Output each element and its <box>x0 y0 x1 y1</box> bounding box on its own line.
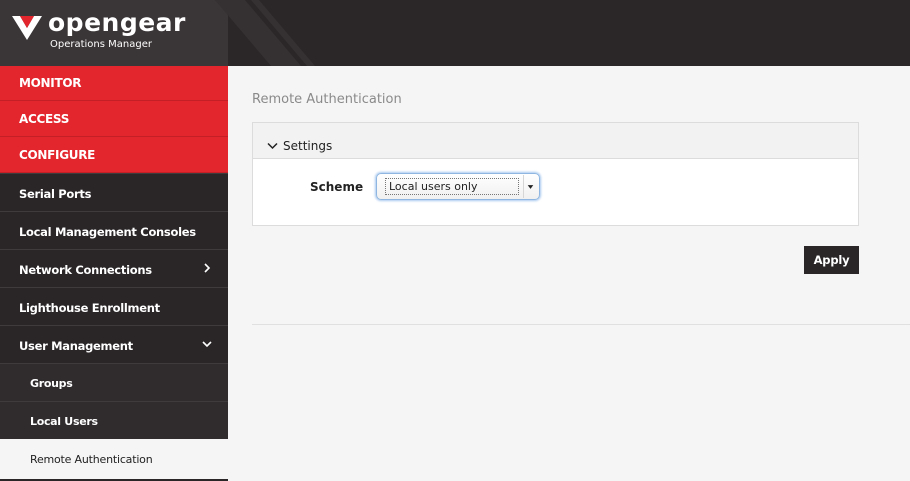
scheme-label: Scheme <box>310 180 364 194</box>
dropdown-arrow-icon <box>523 175 534 198</box>
sidebar-item-label: User Management <box>19 339 133 353</box>
sidebar-subitem-label: Local Users <box>30 415 98 428</box>
sidebar-subitem-remote-authentication[interactable]: Remote Authentication <box>0 439 228 479</box>
chevron-right-icon <box>204 263 211 273</box>
sidebar-item-local-management-consoles[interactable]: Local Management Consoles <box>0 211 228 249</box>
scheme-select-value: Local users only <box>385 178 519 195</box>
brand-logo[interactable]: opengear Operations Manager <box>0 0 228 66</box>
chevron-down-icon <box>267 142 278 149</box>
top-bar: opengear Operations Manager <box>0 0 910 66</box>
nav-access[interactable]: ACCESS <box>0 101 228 137</box>
settings-panel-title: Settings <box>283 138 333 153</box>
sidebar-item-lighthouse-enrollment[interactable]: Lighthouse Enrollment <box>0 287 228 325</box>
main-content: Remote Authentication Settings Scheme Lo… <box>228 66 910 481</box>
scheme-select[interactable]: Local users only <box>376 173 540 200</box>
sidebar-item-user-management[interactable]: User Management <box>0 325 228 363</box>
header-decoration <box>215 0 315 66</box>
sidebar-subitem-groups[interactable]: Groups <box>0 363 228 401</box>
divider <box>252 324 910 325</box>
brand-name: opengear <box>48 8 186 37</box>
page-title: Remote Authentication <box>252 92 402 107</box>
sidebar-subitem-label: Remote Authentication <box>30 453 153 466</box>
sidebar-item-label: Local Management Consoles <box>19 225 196 239</box>
sidebar: MONITOR ACCESS CONFIGURE Serial Ports Lo… <box>0 66 228 481</box>
sidebar-subitem-local-users[interactable]: Local Users <box>0 401 228 439</box>
sidebar-item-network-connections[interactable]: Network Connections <box>0 249 228 287</box>
sidebar-subitem-label: Groups <box>30 377 73 390</box>
brand-subtitle: Operations Manager <box>50 39 152 50</box>
apply-button[interactable]: Apply <box>804 246 859 274</box>
sidebar-item-serial-ports[interactable]: Serial Ports <box>0 173 228 211</box>
chevron-down-icon <box>202 341 212 348</box>
sidebar-item-label: Network Connections <box>19 263 152 277</box>
nav-monitor[interactable]: MONITOR <box>0 66 228 101</box>
sidebar-item-label: Serial Ports <box>19 187 92 201</box>
settings-panel: Settings Scheme Local users only <box>252 122 859 226</box>
nav-configure[interactable]: CONFIGURE <box>0 137 228 173</box>
sidebar-item-label: Lighthouse Enrollment <box>19 301 160 315</box>
settings-panel-header[interactable]: Settings <box>253 123 858 159</box>
opengear-logo-icon <box>12 16 42 40</box>
scheme-row: Scheme Local users only <box>253 173 858 203</box>
